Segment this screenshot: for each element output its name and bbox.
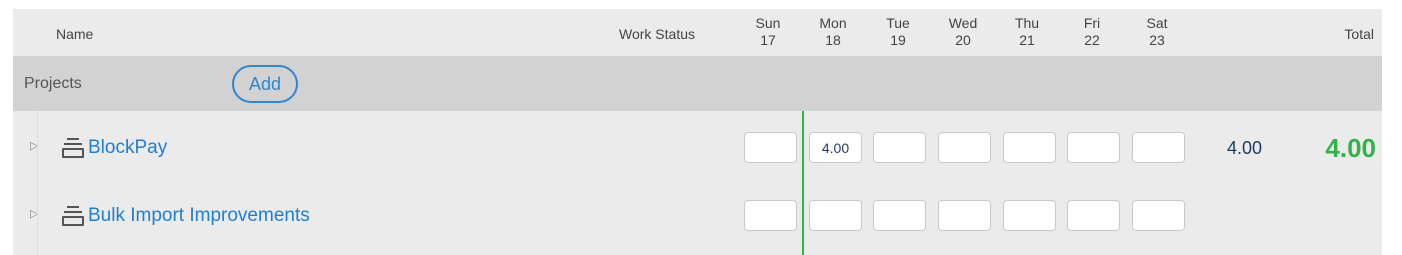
today-marker-line bbox=[802, 111, 804, 255]
hours-input[interactable] bbox=[1067, 200, 1120, 231]
day-of-week: Wed bbox=[948, 15, 978, 31]
project-stack-icon bbox=[62, 206, 84, 226]
day-date: 22 bbox=[1084, 32, 1100, 48]
day-of-week: Thu bbox=[1014, 15, 1040, 31]
section-title: Projects bbox=[24, 75, 82, 92]
day-date: 23 bbox=[1149, 32, 1165, 48]
hours-input[interactable] bbox=[873, 200, 926, 231]
timesheet-header: Name Work Status Sun 17 Mon 18 Tue 19 We… bbox=[13, 9, 1382, 56]
column-header-day: Fri 22 bbox=[1066, 15, 1118, 49]
day-date: 21 bbox=[1019, 32, 1035, 48]
hours-input[interactable] bbox=[938, 132, 991, 163]
column-header-day: Tue 19 bbox=[872, 15, 924, 49]
table-row: ▷ Bulk Import Improvements bbox=[13, 182, 1382, 255]
project-stack-icon bbox=[62, 138, 84, 158]
day-of-week: Sun bbox=[755, 15, 781, 31]
column-header-name: Name bbox=[56, 26, 94, 42]
column-header-total: Total bbox=[1344, 26, 1374, 42]
hours-input[interactable] bbox=[744, 132, 797, 163]
row-gutter-divider bbox=[37, 111, 38, 255]
day-of-week: Mon bbox=[819, 15, 847, 31]
column-header-day: Thu 21 bbox=[1001, 15, 1053, 49]
projects-section-bar: Projects Add bbox=[13, 56, 1382, 111]
day-of-week: Sat bbox=[1146, 15, 1168, 31]
add-project-button[interactable]: Add bbox=[232, 65, 298, 103]
project-link[interactable]: BlockPay bbox=[88, 137, 167, 159]
column-header-day: Sat 23 bbox=[1131, 15, 1183, 49]
hours-input[interactable] bbox=[873, 132, 926, 163]
day-date: 17 bbox=[760, 32, 776, 48]
table-row: ▷ BlockPay 4.00 4.00 bbox=[13, 114, 1382, 182]
hours-input[interactable] bbox=[938, 200, 991, 231]
day-date: 20 bbox=[955, 32, 971, 48]
day-of-week: Fri bbox=[1083, 15, 1101, 31]
column-header-day: Mon 18 bbox=[807, 15, 859, 49]
hours-input[interactable] bbox=[1003, 132, 1056, 163]
day-of-week: Tue bbox=[886, 15, 910, 31]
hours-input[interactable] bbox=[809, 200, 862, 231]
column-header-work-status: Work Status bbox=[619, 26, 695, 42]
day-date: 19 bbox=[890, 32, 906, 48]
project-link[interactable]: Bulk Import Improvements bbox=[88, 205, 310, 227]
hours-input[interactable] bbox=[1067, 132, 1120, 163]
hours-input[interactable] bbox=[1132, 132, 1185, 163]
grand-total: 4.00 bbox=[1325, 133, 1376, 163]
hours-input[interactable] bbox=[744, 200, 797, 231]
hours-input[interactable] bbox=[1132, 200, 1185, 231]
day-date: 18 bbox=[825, 32, 841, 48]
hours-input[interactable] bbox=[1003, 200, 1056, 231]
column-header-day: Wed 20 bbox=[937, 15, 989, 49]
column-header-day: Sun 17 bbox=[742, 15, 794, 49]
hours-input[interactable] bbox=[809, 132, 862, 163]
row-total: 4.00 bbox=[1227, 138, 1263, 158]
